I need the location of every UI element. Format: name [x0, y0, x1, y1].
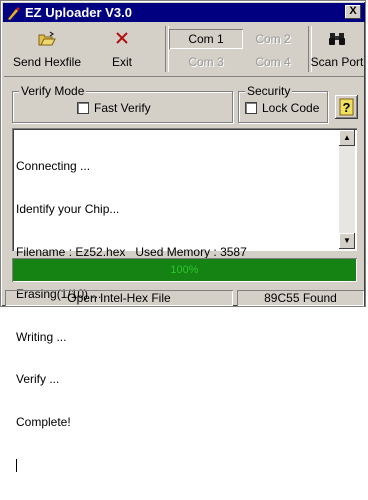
send-hexfile-label: Send Hexfile [12, 55, 82, 69]
scroll-down-button[interactable]: ▼ [339, 233, 355, 249]
scan-port-label: Scan Port [310, 55, 364, 69]
close-x-icon [116, 32, 128, 44]
com2-button[interactable]: Com 2 [236, 29, 310, 49]
progress-label: 100% [170, 264, 199, 276]
lock-code-label[interactable]: Lock Code [262, 101, 319, 115]
app-window: EZ Uploader V3.0 X Send Hexfile Exit Com… [0, 0, 366, 472]
app-pen-icon [8, 7, 20, 20]
window-title: EZ Uploader V3.0 [25, 5, 132, 20]
verify-mode-group: Verify Mode Fast Verify [12, 84, 233, 123]
com1-button[interactable]: Com 1 [169, 29, 243, 49]
log-scrollbar[interactable]: ▲ ▼ [339, 130, 355, 249]
title-bar[interactable]: EZ Uploader V3.0 X [3, 3, 365, 22]
log-line: Verify ... [16, 372, 60, 387]
fast-verify-checkbox[interactable] [77, 102, 89, 114]
send-hexfile-button[interactable]: Send Hexfile [8, 26, 86, 72]
com4-button[interactable]: Com 4 [236, 52, 310, 72]
security-group: Security Lock Code [238, 84, 328, 123]
exit-button[interactable]: Exit [96, 26, 148, 72]
exit-label: Exit [111, 55, 132, 69]
help-icon: ? [339, 98, 354, 116]
text-cursor [16, 458, 17, 472]
progress-bar: 100% [12, 258, 357, 282]
scan-port-button[interactable]: Scan Port [310, 26, 364, 72]
com3-button[interactable]: Com 3 [169, 52, 243, 72]
log-line: Complete! [16, 415, 71, 430]
log-line: Filename : Ez52.hex Used Memory : 3587 [16, 244, 247, 259]
log-line: Writing ... [16, 329, 67, 344]
status-message: Open Intel-Hex File [5, 290, 233, 306]
open-folder-icon [38, 31, 56, 46]
verify-mode-legend: Verify Mode [19, 84, 87, 98]
binoculars-icon [329, 33, 345, 45]
log-line: Identify your Chip... [16, 202, 120, 217]
toolbar: Send Hexfile Exit Com 1 Com 2 Com 3 Com … [4, 24, 364, 77]
scroll-up-button[interactable]: ▲ [339, 130, 355, 146]
log-textarea[interactable]: Connecting ... Identify your Chip... Fil… [12, 128, 357, 472]
lock-code-checkbox[interactable] [245, 102, 257, 114]
svg-text:?: ? [343, 100, 351, 115]
log-line: Connecting ... [16, 159, 91, 174]
fast-verify-label[interactable]: Fast Verify [94, 101, 151, 115]
security-legend: Security [245, 84, 293, 98]
status-chip: 89C55 Found [237, 290, 364, 306]
close-button[interactable]: X [345, 5, 361, 19]
help-button[interactable]: ? [335, 95, 358, 119]
log-lines: Connecting ... Identify your Chip... Fil… [16, 131, 336, 500]
